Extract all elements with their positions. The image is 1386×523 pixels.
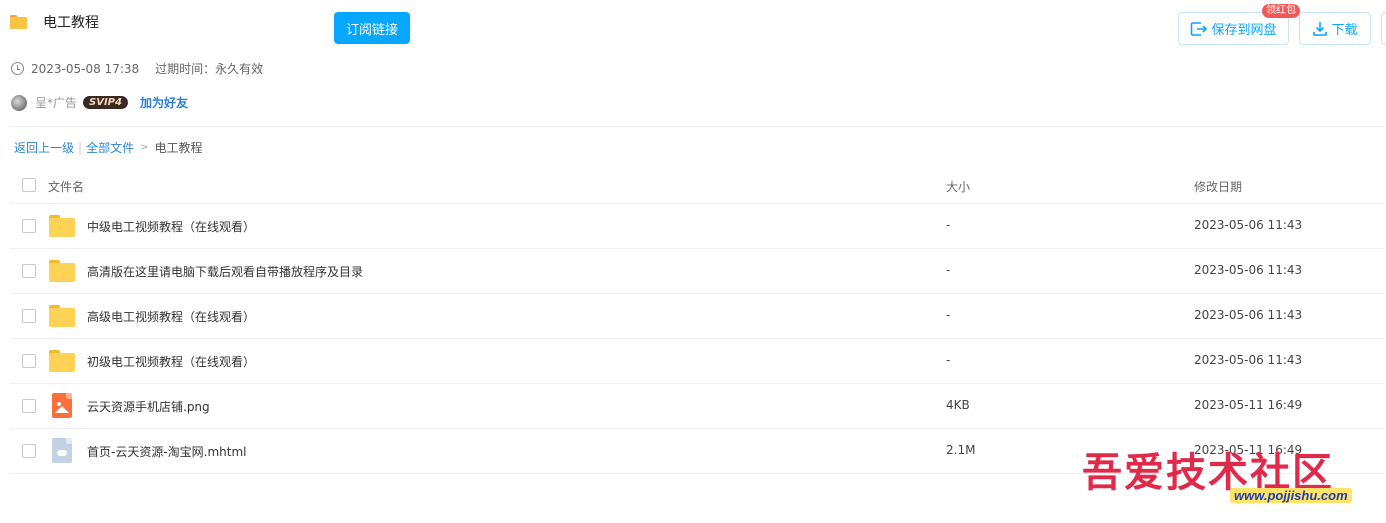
file-date: 2023-05-06 11:43 [1194, 263, 1303, 277]
table-row[interactable]: 中级电工视频教程（在线观看） - 2023-05-06 11:43 [10, 204, 1384, 249]
file-size: - [946, 353, 951, 367]
file-name[interactable]: 中级电工视频教程（在线观看） [87, 218, 255, 235]
row-checkbox[interactable] [22, 444, 36, 458]
sharer-info: 呈*广告 SVIP4 加为好友 [11, 94, 188, 111]
file-size: - [946, 263, 951, 277]
save-button-label: 保存到网盘 [1211, 23, 1277, 38]
red-packet-badge[interactable]: 领红包 [1262, 4, 1300, 18]
svip-badge: SVIP4 [83, 96, 128, 109]
file-name[interactable]: 初级电工视频教程（在线观看） [87, 353, 255, 370]
select-all-checkbox[interactable] [22, 178, 36, 192]
sharer-name[interactable]: 呈*广告 [35, 94, 77, 111]
file-date: 2023-05-11 16:49 [1194, 443, 1303, 457]
table-row[interactable]: 高清版在这里请电脑下载后观看自带播放程序及目录 - 2023-05-06 11:… [10, 249, 1384, 294]
table-row[interactable]: 云天资源手机店铺.png 4KB 2023-05-11 16:49 [10, 384, 1384, 429]
file-size: - [946, 218, 951, 232]
download-button-label: 下载 [1331, 23, 1358, 38]
file-size: 2.1M [946, 443, 976, 457]
row-checkbox[interactable] [22, 354, 36, 368]
file-name[interactable]: 高级电工视频教程（在线观看） [87, 308, 255, 325]
add-friend-link[interactable]: 加为好友 [140, 94, 188, 111]
file-date: 2023-05-11 16:49 [1194, 398, 1303, 412]
breadcrumb-current: 电工教程 [154, 141, 203, 155]
breadcrumb: 返回上一级 | 全部文件 > 电工教程 [14, 139, 202, 156]
file-size: - [946, 308, 951, 322]
file-name[interactable]: 云天资源手机店铺.png [87, 398, 210, 415]
divider [10, 126, 1384, 127]
download-icon [1313, 21, 1328, 36]
breadcrumb-arrow: > [140, 142, 149, 153]
file-name[interactable]: 首页-云天资源-淘宝网.mhtml [87, 443, 247, 460]
expire-value: 永久有效 [215, 62, 264, 76]
breadcrumb-pipe: | [78, 140, 83, 155]
share-header: 电工教程 [10, 12, 99, 32]
column-size-header[interactable]: 大小 [946, 178, 970, 195]
row-checkbox[interactable] [22, 399, 36, 413]
created-time: 2023-05-08 17:38 [31, 61, 140, 76]
table-row[interactable]: 首页-云天资源-淘宝网.mhtml 2.1M 2023-05-11 16:49 [10, 429, 1384, 474]
file-list-header: 文件名 大小 修改日期 [10, 166, 1384, 204]
back-up-link[interactable]: 返回上一级 [14, 139, 74, 156]
file-list: 中级电工视频教程（在线观看） - 2023-05-06 11:43 高清版在这里… [10, 204, 1384, 474]
expire-label: 过期时间： [155, 62, 216, 76]
row-checkbox[interactable] [22, 309, 36, 323]
column-date-header[interactable]: 修改日期 [1194, 178, 1242, 195]
save-icon [1191, 21, 1208, 36]
file-size: 4KB [946, 398, 970, 412]
all-files-link[interactable]: 全部文件 [86, 139, 134, 156]
share-meta: 2023-05-08 17:38 过期时间： 永久有效 [11, 60, 263, 77]
more-button-edge[interactable] [1381, 12, 1386, 45]
file-date: 2023-05-06 11:43 [1194, 353, 1303, 367]
watermark-url: www.pojjishu.com [1230, 488, 1352, 503]
avatar[interactable] [11, 94, 27, 111]
page-title: 电工教程 [43, 15, 99, 31]
row-checkbox[interactable] [22, 219, 36, 233]
download-button[interactable]: 下载 [1299, 12, 1371, 45]
file-date: 2023-05-06 11:43 [1194, 308, 1303, 322]
file-name[interactable]: 高清版在这里请电脑下载后观看自带播放程序及目录 [87, 263, 363, 280]
clock-icon [11, 62, 24, 75]
column-name-header[interactable]: 文件名 [48, 178, 84, 195]
table-row[interactable]: 高级电工视频教程（在线观看） - 2023-05-06 11:43 [10, 294, 1384, 339]
file-date: 2023-05-06 11:43 [1194, 218, 1303, 232]
table-row[interactable]: 初级电工视频教程（在线观看） - 2023-05-06 11:43 [10, 339, 1384, 384]
row-checkbox[interactable] [22, 264, 36, 278]
subscribe-link-button[interactable]: 订阅链接 [334, 12, 410, 44]
folder-icon [10, 15, 27, 29]
